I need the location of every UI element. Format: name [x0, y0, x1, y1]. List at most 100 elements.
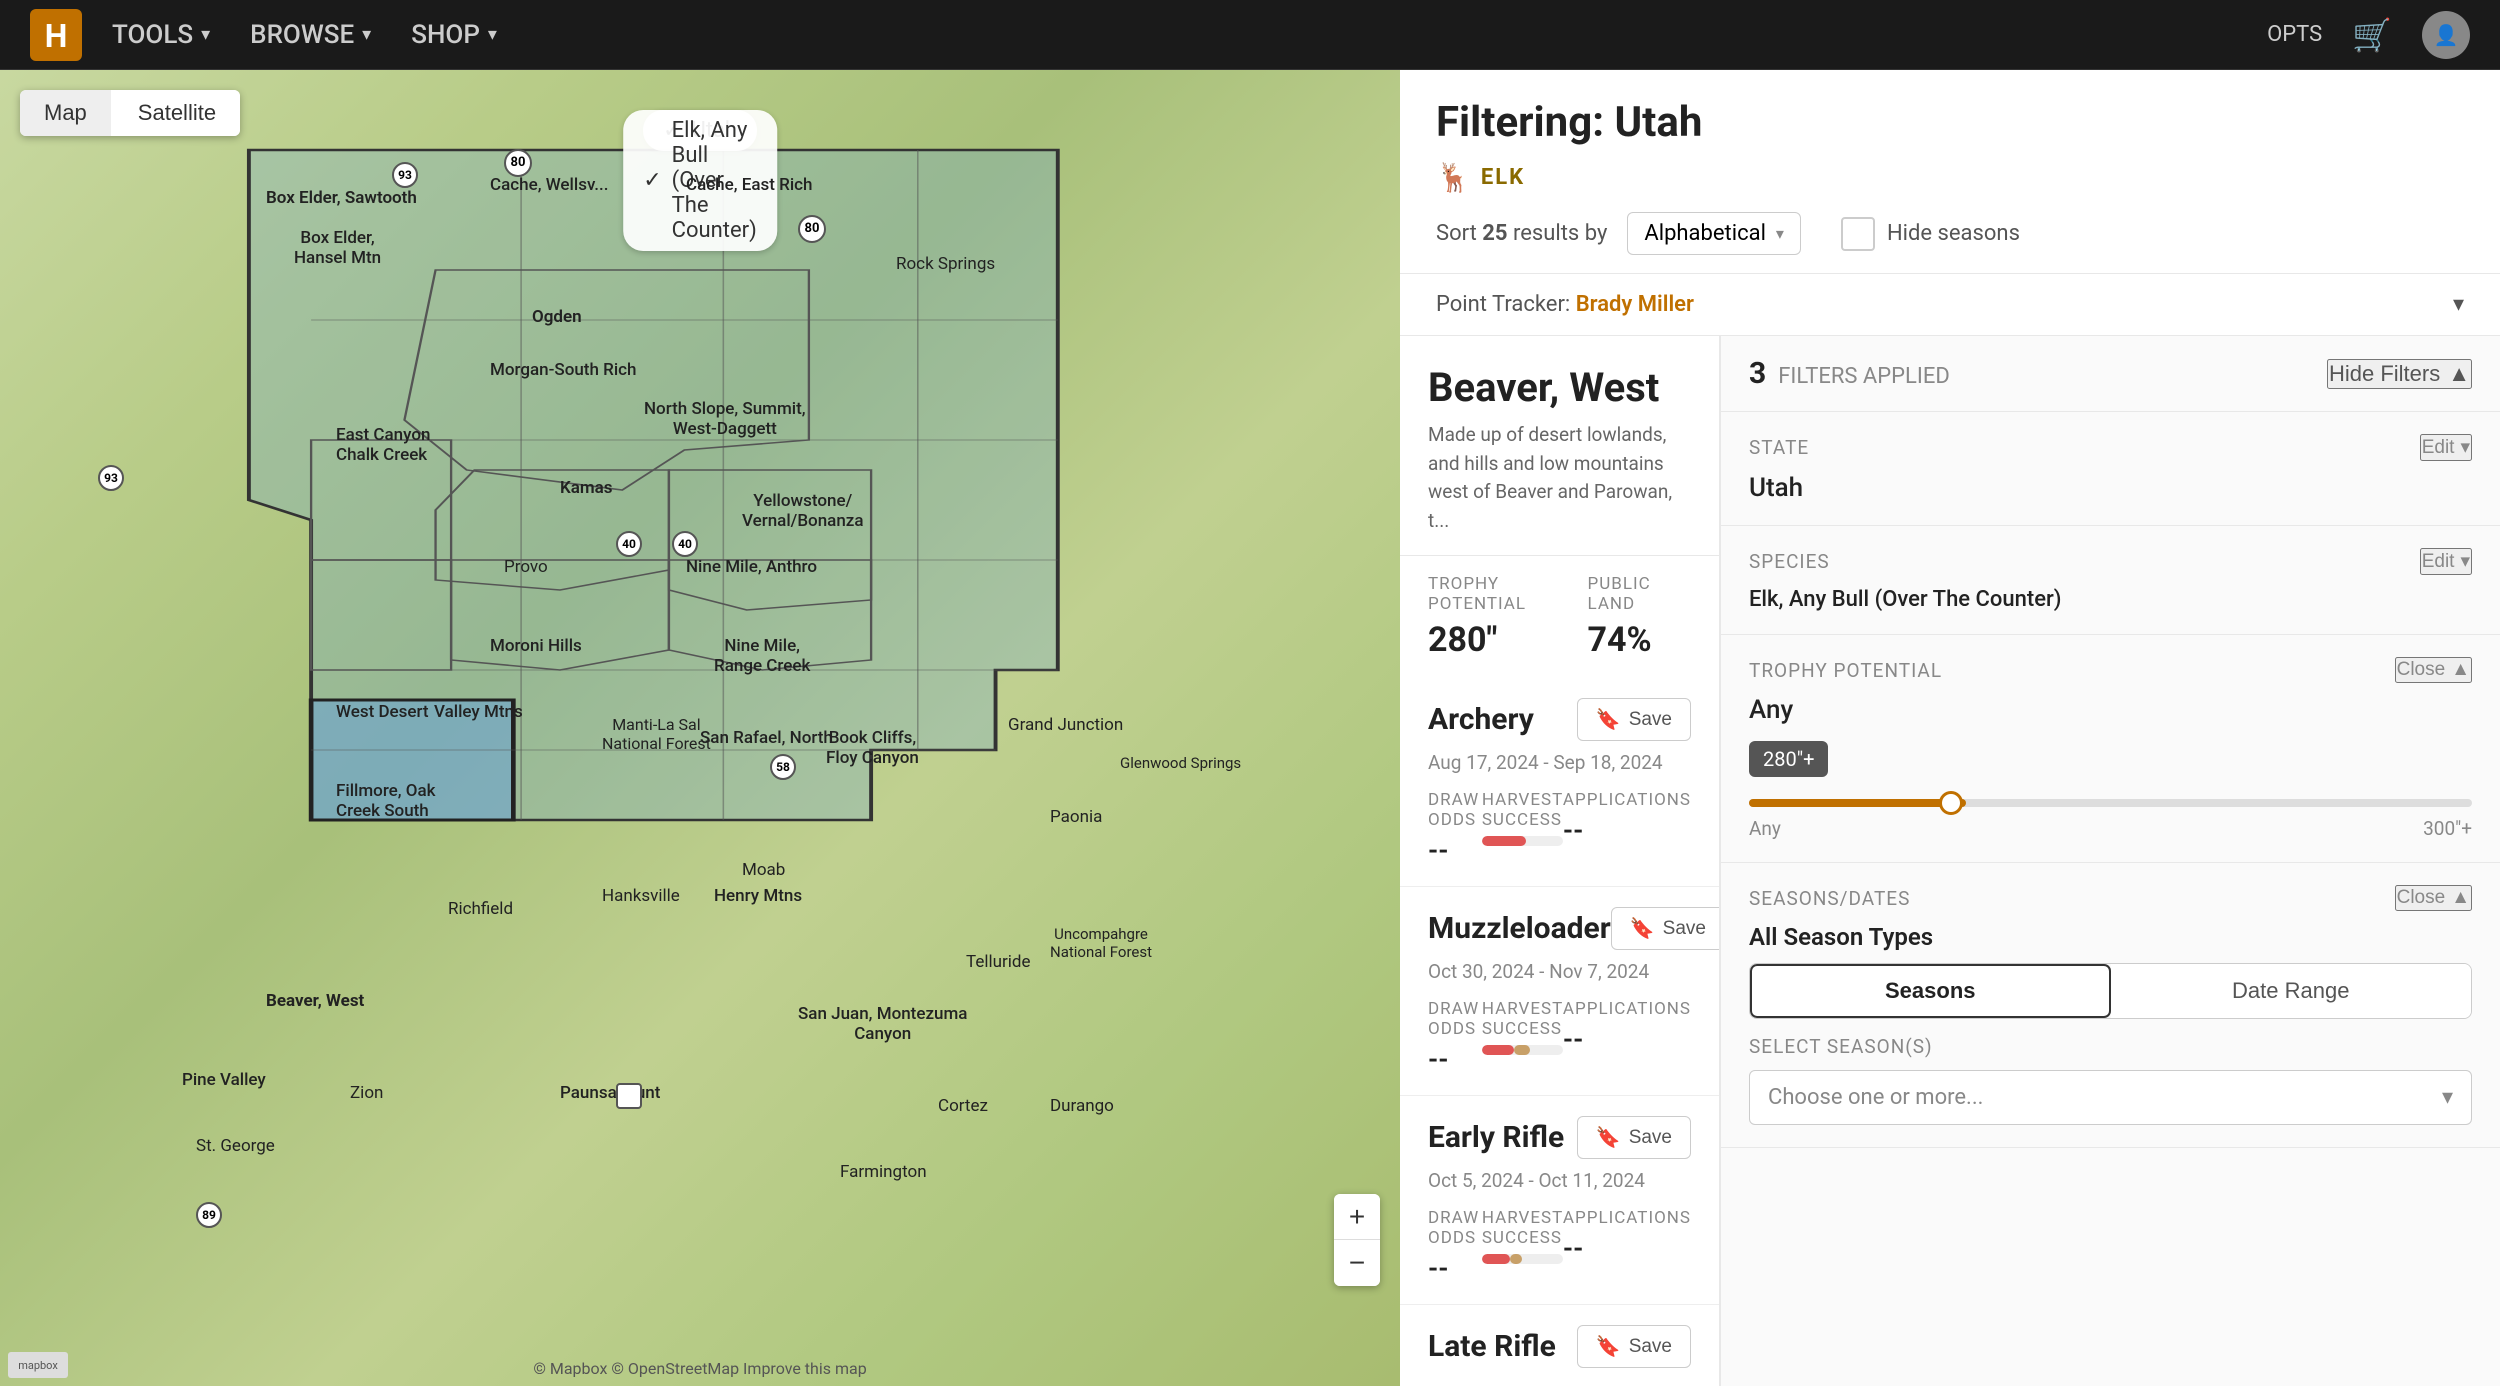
- early-rifle-save-button[interactable]: 🔖 Save: [1577, 1116, 1691, 1159]
- avatar[interactable]: 👤: [2422, 11, 2470, 59]
- species-edit-button[interactable]: Edit ▾: [2420, 548, 2472, 575]
- map-area: Map Satellite ✓ Utah ✓ Elk, Any Bull (Ov…: [0, 70, 1400, 1386]
- results-panel: Beaver, West Made up of desert lowlands,…: [1400, 336, 2500, 1386]
- elk-animal-icon: 🦌: [1436, 161, 1471, 194]
- trophy-close-button[interactable]: Close ▲: [2395, 657, 2472, 683]
- opts-text: OPTS: [2267, 22, 2322, 47]
- public-land-stat: PUBLIC LAND 74%: [1560, 556, 1720, 678]
- map-elk-badge: ✓ Elk, Any Bull (Over The Counter): [623, 110, 777, 251]
- trophy-slider-track[interactable]: [1749, 799, 2472, 807]
- archery-harvest: HARVEST SUCCESS: [1482, 790, 1563, 866]
- archery-draw-odds: DRAW ODDS --: [1428, 790, 1482, 866]
- late-rifle-season-name: Late Rifle: [1428, 1329, 1556, 1364]
- state-edit-button[interactable]: Edit ▾: [2420, 434, 2472, 461]
- right-panel: Filtering: Utah 🦌 ELK Sort 25 results by…: [1400, 70, 2500, 1386]
- state-filter-value: Utah: [1749, 473, 2472, 503]
- tracker-name[interactable]: Brady Miller: [1576, 292, 1694, 317]
- nav-browse[interactable]: BROWSE ▾: [250, 20, 371, 50]
- date-range-tab-button[interactable]: Date Range: [2111, 964, 2472, 1018]
- trophy-slider-thumb[interactable]: [1939, 791, 1963, 815]
- unit-stats: TROPHY POTENTIAL 280" PUBLIC LAND 74%: [1400, 556, 1719, 678]
- tools-chevron-icon: ▾: [201, 24, 210, 45]
- archery-save-button[interactable]: 🔖 Save: [1577, 698, 1691, 741]
- early-rifle-harvest: HARVEST SUCCESS: [1482, 1208, 1563, 1284]
- trophy-potential-stat: TROPHY POTENTIAL 280": [1400, 556, 1560, 678]
- hide-filters-chevron-icon: ▲: [2448, 361, 2470, 387]
- map-zoom-controls: + −: [1334, 1194, 1380, 1286]
- muzzleloader-save-button[interactable]: 🔖 Save: [1611, 907, 1720, 950]
- zoom-out-button[interactable]: −: [1334, 1240, 1380, 1286]
- hide-seasons-checkbox[interactable]: [1841, 217, 1875, 251]
- trophy-filter-title: TROPHY POTENTIAL: [1749, 659, 1942, 682]
- archery-applications: APPLICATIONS --: [1563, 790, 1691, 866]
- muzzleloader-dates: Oct 30, 2024 - Nov 7, 2024: [1428, 960, 1691, 983]
- top-nav: H TOOLS ▾ BROWSE ▾ SHOP ▾ OPTS 🛒 👤: [0, 0, 2500, 70]
- bookmark-icon-4: 🔖: [1596, 1334, 1621, 1359]
- point-tracker: Point Tracker: Brady Miller ▾: [1400, 274, 2500, 336]
- season-card-early-rifle: Early Rifle 🔖 Save Oct 5, 2024 - Oct 11,…: [1400, 1096, 1719, 1305]
- browse-chevron-icon: ▾: [362, 24, 371, 45]
- muzzleloader-harvest-bar: [1482, 1045, 1563, 1055]
- seasons-filter-title: SEASONS/DATES: [1749, 887, 1910, 910]
- sort-dropdown[interactable]: Alphabetical ▾: [1627, 212, 1801, 255]
- trophy-slider-container: 280"+ Any 300"+: [1749, 741, 2472, 840]
- cart-icon[interactable]: 🛒: [2352, 16, 2392, 54]
- map-view-button[interactable]: Map: [20, 90, 111, 136]
- public-land-label: PUBLIC LAND: [1588, 574, 1692, 614]
- sort-row: Sort 25 results by Alphabetical ▾ Hide s…: [1436, 212, 2464, 273]
- shop-chevron-icon: ▾: [488, 24, 497, 45]
- hide-filters-button[interactable]: Hide Filters ▲: [2327, 359, 2472, 389]
- mapbox-logo: mapbox: [8, 1352, 68, 1378]
- right-panel-header: Filtering: Utah 🦌 ELK Sort 25 results by…: [1400, 70, 2500, 274]
- nav-shop[interactable]: SHOP ▾: [411, 20, 497, 50]
- filter-trophy-section: TROPHY POTENTIAL Close ▲ Any 280"+: [1721, 635, 2500, 863]
- hide-seasons-label: Hide seasons: [1887, 221, 2020, 246]
- elk-label: ELK: [1481, 165, 1525, 190]
- bookmark-icon-2: 🔖: [1630, 916, 1655, 941]
- nav-tools[interactable]: TOOLS ▾: [112, 20, 210, 50]
- seasons-close-chevron-icon: ▲: [2451, 887, 2470, 909]
- filter-panel: 3 FILTERS APPLIED Hide Filters ▲ STATE: [1720, 336, 2500, 1386]
- archery-dates: Aug 17, 2024 - Sep 18, 2024: [1428, 751, 1691, 774]
- trophy-close-chevron-icon: ▲: [2451, 659, 2470, 681]
- early-rifle-dates: Oct 5, 2024 - Oct 11, 2024: [1428, 1169, 1691, 1192]
- zoom-in-button[interactable]: +: [1334, 1194, 1380, 1240]
- early-rifle-applications: APPLICATIONS --: [1563, 1208, 1691, 1284]
- seasons-filter-value: All Season Types: [1749, 923, 2472, 951]
- seasons-close-button[interactable]: Close ▲: [2395, 885, 2472, 911]
- sort-dropdown-arrow-icon: ▾: [1776, 224, 1784, 243]
- trophy-label: TROPHY POTENTIAL: [1428, 574, 1532, 614]
- season-card-early-rifle-header: Early Rifle 🔖 Save: [1428, 1116, 1691, 1159]
- logo[interactable]: H: [30, 9, 82, 61]
- filters-applied-header: 3 FILTERS APPLIED Hide Filters ▲: [1721, 336, 2500, 412]
- main-content: Map Satellite ✓ Utah ✓ Elk, Any Bull (Ov…: [0, 70, 2500, 1386]
- season-card-archery-header: Archery 🔖 Save: [1428, 698, 1691, 741]
- early-rifle-harvest-bar: [1482, 1254, 1563, 1264]
- check-icon-2: ✓: [643, 168, 661, 193]
- archery-season-name: Archery: [1428, 702, 1534, 737]
- bookmark-icon: 🔖: [1596, 707, 1621, 732]
- species-filter-value: Elk, Any Bull (Over The Counter): [1749, 587, 2472, 612]
- species-edit-chevron-icon: ▾: [2460, 550, 2470, 573]
- tracker-chevron-icon: ▾: [2453, 292, 2464, 317]
- trophy-value: 280": [1428, 620, 1532, 660]
- late-rifle-save-button[interactable]: 🔖 Save: [1577, 1325, 1691, 1368]
- unit-title: Beaver, West: [1428, 364, 1691, 411]
- season-select-dropdown[interactable]: Choose one or more... ▾: [1749, 1070, 2472, 1125]
- trophy-slider-labels: Any 300"+: [1749, 817, 2472, 840]
- filters-applied-label: FILTERS APPLIED: [1778, 364, 1950, 389]
- season-card-late-rifle: Late Rifle 🔖 Save: [1400, 1305, 1719, 1386]
- tracker-label: Point Tracker:: [1436, 292, 1576, 317]
- bookmark-icon-3: 🔖: [1596, 1125, 1621, 1150]
- satellite-view-button[interactable]: Satellite: [114, 90, 240, 136]
- map-attribution: © Mapbox © OpenStreetMap Improve this ma…: [533, 1359, 866, 1378]
- app-container: H TOOLS ▾ BROWSE ▾ SHOP ▾ OPTS 🛒 👤: [0, 0, 2500, 1386]
- early-rifle-stats: DRAW ODDS -- HARVEST SUCCESS APPLICATION…: [1428, 1208, 1691, 1284]
- season-card-muzzleloader: Muzzleloader 🔖 Save Oct 30, 2024 - Nov 7…: [1400, 887, 1719, 1096]
- seasons-tab-button[interactable]: Seasons: [1750, 964, 2111, 1018]
- slider-max-label: 300"+: [2423, 817, 2472, 840]
- muzzleloader-stats: DRAW ODDS -- HARVEST SUCCESS APPLICATION…: [1428, 999, 1691, 1075]
- unit-description: Made up of desert lowlands, and hills an…: [1428, 421, 1691, 535]
- filtering-title: Filtering: Utah: [1436, 98, 2464, 147]
- species-filter-title: SPECIES: [1749, 550, 1830, 573]
